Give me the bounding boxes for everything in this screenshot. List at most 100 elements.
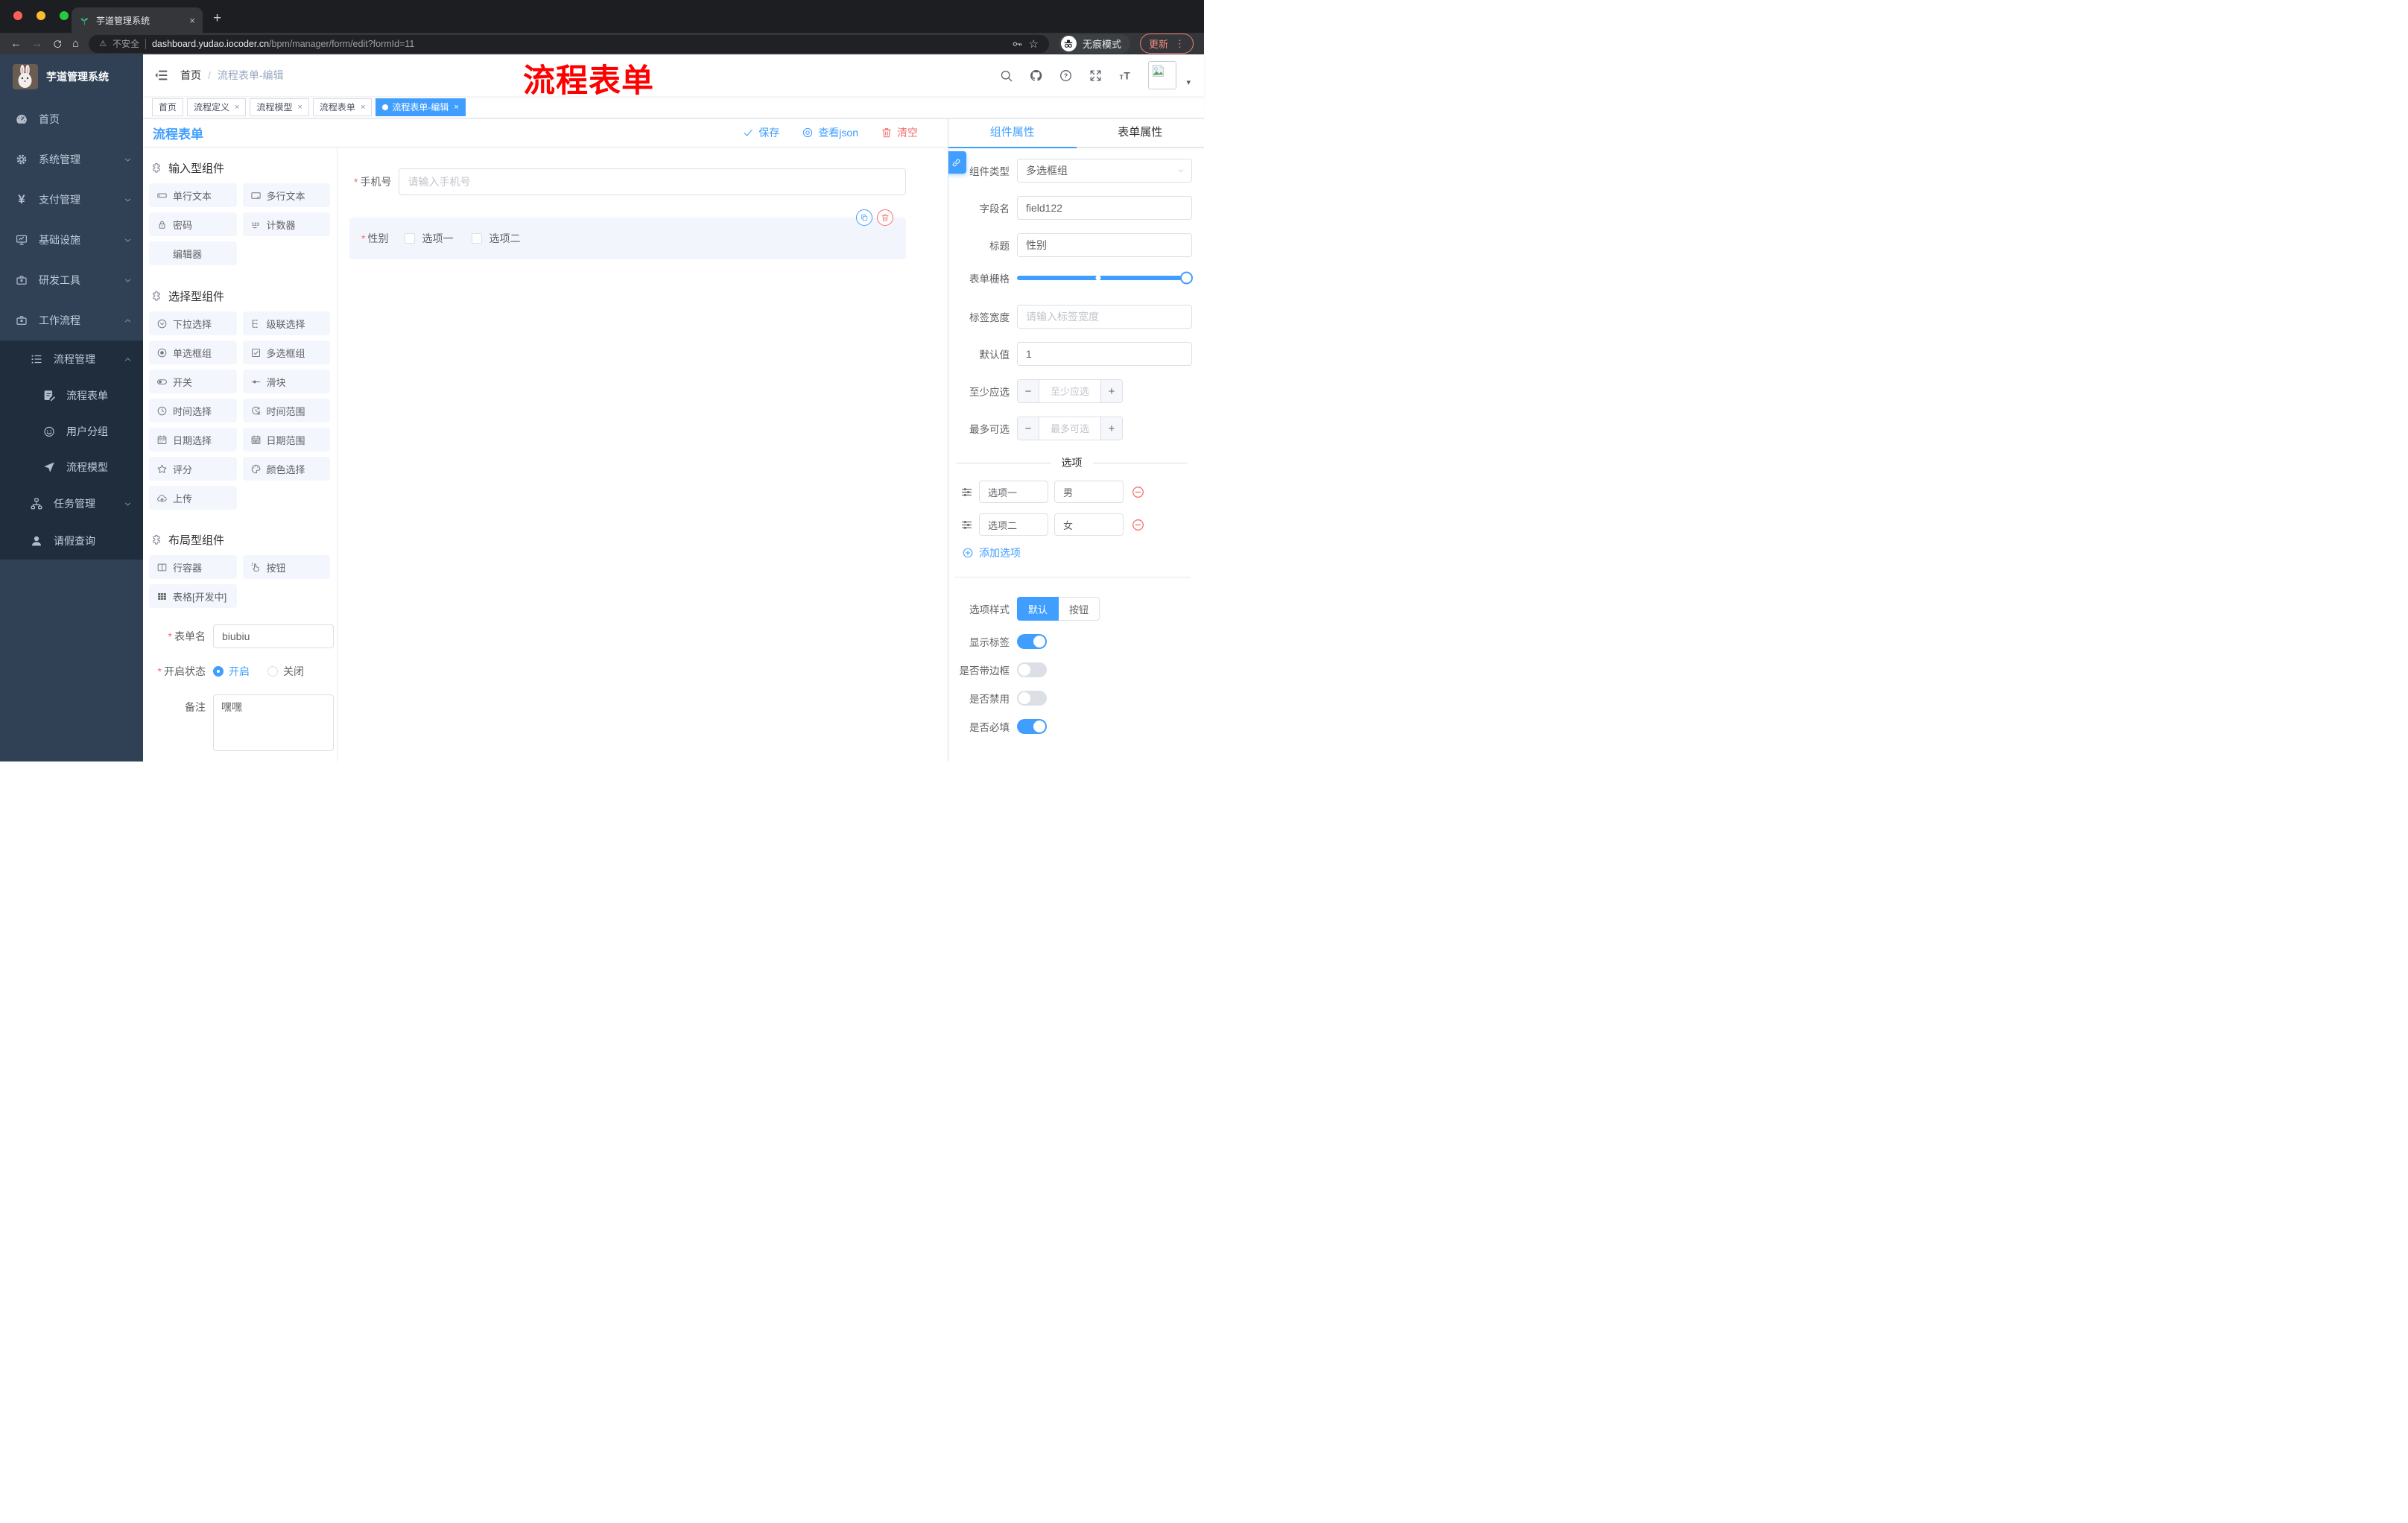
palette-item-editor[interactable]: 编辑器 <box>149 241 237 265</box>
close-icon[interactable]: × <box>454 103 458 112</box>
palette-item-date[interactable]: 日期选择 <box>149 428 237 452</box>
sidebar-item-process-management[interactable]: 流程管理 <box>0 341 143 378</box>
forward-icon[interactable]: → <box>31 38 42 49</box>
close-tab-icon[interactable]: × <box>189 15 195 26</box>
update-browser-button[interactable]: 更新 ⋮ <box>1139 34 1194 54</box>
palette-item-row-container[interactable]: 行容器 <box>149 555 237 579</box>
option-1-label-input[interactable] <box>979 481 1048 503</box>
palette-item-single-text[interactable]: 单行文本 <box>149 183 237 207</box>
form-canvas[interactable]: *手机号 *性别 选项一 选项二 <box>338 148 948 762</box>
canvas-field-gender-selected[interactable]: * 性别 选项一 选项二 <box>349 209 906 259</box>
sidebar-item-system[interactable]: 系统管理 <box>0 139 143 180</box>
option-2-value-input[interactable] <box>1054 513 1124 536</box>
sidebar-toggle-icon[interactable] <box>153 68 168 83</box>
palette-item-multi-text[interactable]: 多行文本 <box>242 183 330 207</box>
palette-item-time[interactable]: 时间选择 <box>149 399 237 422</box>
remove-option-icon[interactable] <box>1131 485 1145 499</box>
decrease-button[interactable]: − <box>1018 380 1039 402</box>
maximize-window-button[interactable] <box>60 11 69 20</box>
palette-item-color[interactable]: 颜色选择 <box>242 457 330 481</box>
field-name-input[interactable] <box>1017 196 1192 220</box>
status-off-radio[interactable]: 关闭 <box>267 664 304 679</box>
palette-item-upload[interactable]: 上传 <box>149 486 237 510</box>
browser-menu-dots-icon[interactable]: ⋮ <box>1175 38 1185 50</box>
palette-item-date-range[interactable]: 日期范围 <box>242 428 330 452</box>
github-icon[interactable] <box>1029 69 1043 83</box>
sidebar-item-task-management[interactable]: 任务管理 <box>0 485 143 522</box>
sidebar-item-devtools[interactable]: 研发工具 <box>0 260 143 300</box>
sidebar-item-home[interactable]: 首页 <box>0 99 143 139</box>
tab-component-props[interactable]: 组件属性 <box>948 118 1077 148</box>
sidebar-item-process-form[interactable]: 流程表单 <box>0 378 143 414</box>
close-icon[interactable]: × <box>235 103 239 112</box>
close-icon[interactable]: × <box>361 103 365 112</box>
clear-button[interactable]: 清空 <box>881 125 918 140</box>
link-tag[interactable] <box>948 151 966 174</box>
status-on-radio[interactable]: 开启 <box>213 664 250 679</box>
sidebar-item-leave-query[interactable]: 请假查询 <box>0 522 143 560</box>
fullscreen-icon[interactable] <box>1089 69 1103 83</box>
form-remark-textarea[interactable]: 嘿嘿 <box>213 694 334 751</box>
sidebar-item-infra[interactable]: 基础设施 <box>0 220 143 260</box>
decrease-button[interactable]: − <box>1018 417 1039 440</box>
default-value-input[interactable] <box>1017 342 1192 366</box>
form-name-input[interactable] <box>213 624 334 648</box>
drag-handle-icon[interactable] <box>960 486 973 498</box>
palette-item-checkbox-group[interactable]: 多选框组 <box>242 341 330 364</box>
style-default-button[interactable]: 默认 <box>1017 597 1059 621</box>
tag-process-form[interactable]: 流程表单 × <box>312 98 373 116</box>
palette-item-switch[interactable]: 开关 <box>149 370 237 393</box>
title-input[interactable] <box>1017 233 1192 257</box>
duplicate-component-button[interactable] <box>856 209 872 226</box>
palette-item-radio-group[interactable]: 单选框组 <box>149 341 237 364</box>
security-label[interactable]: 不安全 <box>113 37 139 50</box>
increase-button[interactable]: + <box>1100 380 1122 402</box>
password-key-icon[interactable] <box>1011 38 1023 50</box>
font-size-icon[interactable] <box>1118 69 1132 83</box>
search-icon[interactable] <box>999 69 1013 83</box>
sidebar-item-workflow[interactable]: 工作流程 <box>0 300 143 341</box>
save-button[interactable]: 保存 <box>742 125 779 140</box>
palette-item-table[interactable]: 表格[开发中] <box>149 584 237 608</box>
close-icon[interactable]: × <box>297 103 302 112</box>
avatar-caret-icon[interactable]: ▾ <box>1186 77 1191 87</box>
tag-process-form-edit[interactable]: 流程表单-编辑 × <box>376 98 466 116</box>
palette-item-time-range[interactable]: 时间范围 <box>242 399 330 422</box>
palette-item-slider[interactable]: 滑块 <box>242 370 330 393</box>
slider-handle[interactable] <box>1180 271 1193 285</box>
gender-option-1-checkbox[interactable]: 选项一 <box>405 231 453 246</box>
palette-item-select[interactable]: 下拉选择 <box>149 311 237 335</box>
refresh-icon[interactable] <box>52 39 63 49</box>
sidebar-item-process-model[interactable]: 流程模型 <box>0 449 143 485</box>
option-1-value-input[interactable] <box>1054 481 1124 503</box>
help-icon[interactable] <box>1059 69 1073 83</box>
border-toggle[interactable] <box>1017 662 1047 677</box>
show-label-toggle[interactable] <box>1017 634 1047 649</box>
close-window-button[interactable] <box>13 11 22 20</box>
back-icon[interactable]: ← <box>10 38 22 49</box>
max-select-input[interactable] <box>1039 417 1100 440</box>
sidebar-item-user-group[interactable]: 用户分组 <box>0 414 143 449</box>
tag-home[interactable]: 首页 <box>152 98 184 116</box>
disabled-toggle[interactable] <box>1017 691 1047 706</box>
palette-item-counter[interactable]: 计数器 <box>242 212 330 236</box>
avatar[interactable] <box>1148 61 1177 89</box>
sidebar-item-payment[interactable]: ¥ 支付管理 <box>0 180 143 220</box>
palette-item-rate[interactable]: 评分 <box>149 457 237 481</box>
gender-option-2-checkbox[interactable]: 选项二 <box>472 231 520 246</box>
option-2-label-input[interactable] <box>979 513 1048 536</box>
canvas-field-phone[interactable]: * 手机号 <box>343 168 906 195</box>
required-toggle[interactable] <box>1017 719 1047 734</box>
min-select-input[interactable] <box>1039 380 1100 402</box>
bookmark-star-icon[interactable]: ☆ <box>1029 37 1039 51</box>
delete-component-button[interactable] <box>877 209 893 226</box>
new-tab-button[interactable]: + <box>213 10 221 27</box>
phone-input[interactable] <box>399 168 906 195</box>
drag-handle-icon[interactable] <box>960 519 973 531</box>
tab-form-props[interactable]: 表单属性 <box>1077 118 1205 147</box>
component-type-value[interactable] <box>1017 159 1192 183</box>
page-url[interactable]: dashboard.yudao.iocoder.cn/bpm/manager/f… <box>152 39 1005 49</box>
palette-item-button[interactable]: 按钮 <box>242 555 330 579</box>
browser-tab[interactable]: 芋道管理系统 × <box>72 7 203 33</box>
increase-button[interactable]: + <box>1100 417 1122 440</box>
